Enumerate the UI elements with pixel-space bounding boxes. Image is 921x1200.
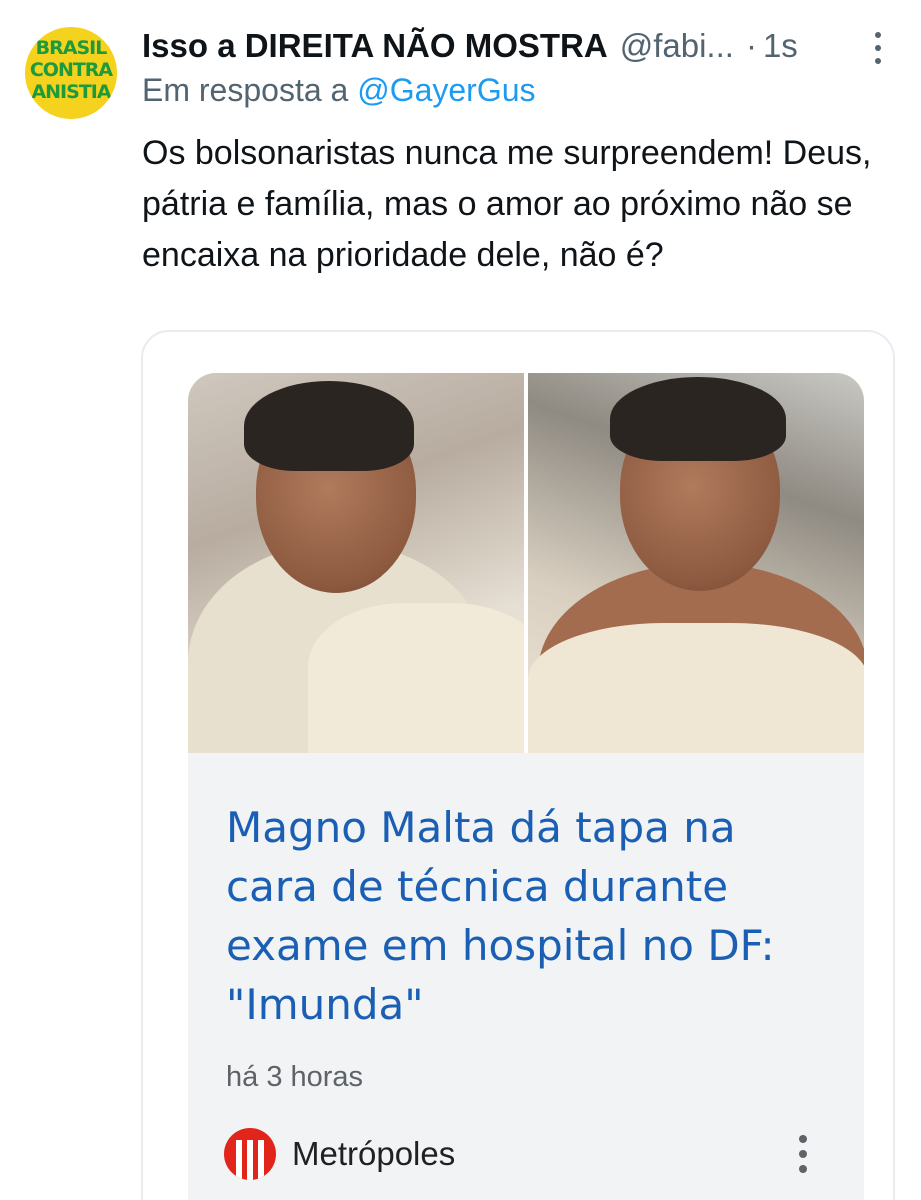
news-source[interactable]: Metrópoles [292,1135,455,1173]
avatar-text: BRASIL CONTRA ANISTIA [29,37,113,103]
tweet-time[interactable]: 1s [763,27,798,65]
metropoles-logo-icon [224,1128,276,1180]
news-title[interactable]: Magno Malta dá tapa na cara de técnica d… [226,798,836,1034]
news-time: há 3 horas [226,1061,364,1093]
news-photo-right [528,373,864,753]
separator: · [745,27,757,64]
author-handle[interactable]: @fabi... [620,27,734,65]
tweet[interactable]: BRASIL CONTRA ANISTIA Isso a DIREITA NÃO… [0,0,921,1200]
tweet-header: Isso a DIREITA NÃO MOSTRA @fabi... · 1s [142,26,882,66]
tweet-text: Os bolsonaristas nunca me surpreendem! D… [142,134,872,274]
news-image [188,373,864,753]
more-vertical-icon[interactable] [871,32,885,64]
avatar[interactable]: BRASIL CONTRA ANISTIA [25,27,117,119]
news-card[interactable]: Magno Malta dá tapa na cara de técnica d… [188,373,864,1200]
more-vertical-icon[interactable] [798,1135,808,1173]
reply-to-link[interactable]: @GayerGus [357,72,535,108]
reply-context: Em resposta a @GayerGus [142,72,536,109]
news-photo-left [188,373,524,753]
author-name[interactable]: Isso a DIREITA NÃO MOSTRA [142,27,608,65]
reply-prefix: Em resposta a [142,72,358,108]
